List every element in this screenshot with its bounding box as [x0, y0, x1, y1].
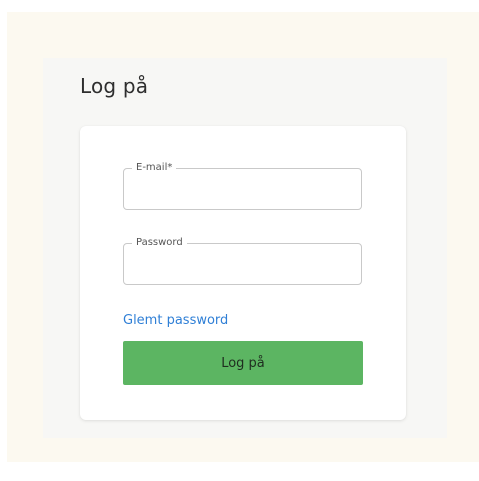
email-field[interactable]: E-mail*	[123, 161, 362, 210]
password-label: Password	[132, 236, 187, 250]
login-button[interactable]: Log på	[123, 341, 363, 385]
password-field[interactable]: Password	[123, 236, 362, 285]
forgot-password-link[interactable]: Glemt password	[123, 313, 228, 328]
password-input[interactable]	[134, 254, 349, 276]
email-input[interactable]	[134, 179, 349, 201]
page-title: Log på	[80, 74, 149, 98]
email-label: E-mail*	[132, 161, 177, 175]
